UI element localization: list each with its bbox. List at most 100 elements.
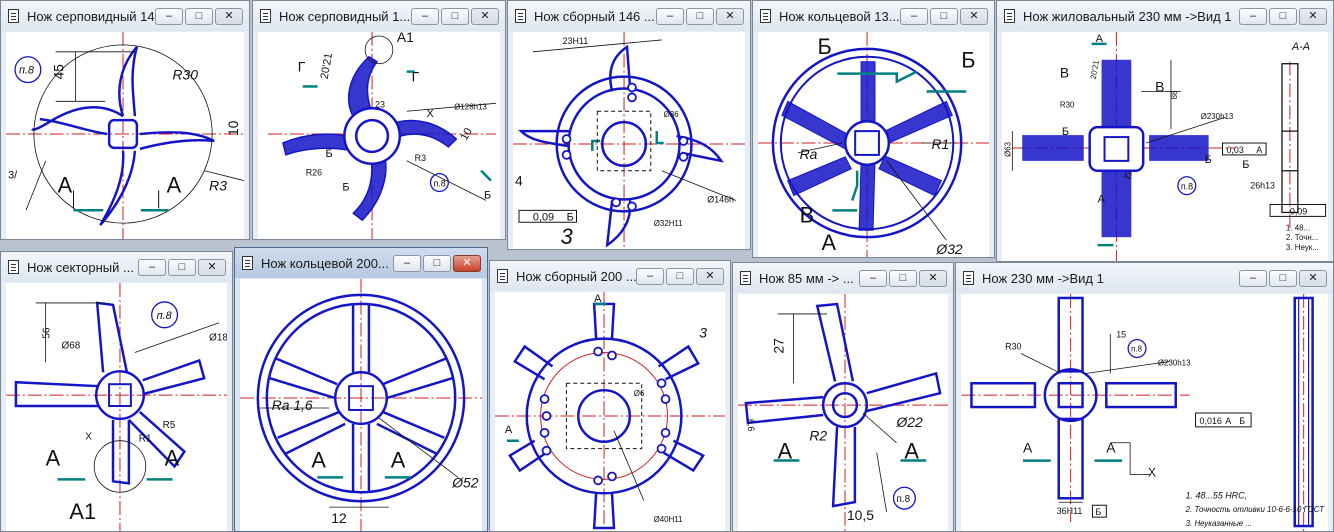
maximize-button[interactable]: □	[185, 8, 213, 25]
drawing-canvas[interactable]: R30 п.8 15 Ø230h13 0,016 A Б A A X 36H11…	[961, 294, 1328, 531]
dimension-radius: R30	[1060, 100, 1075, 109]
minimize-button[interactable]: –	[859, 270, 887, 287]
close-button[interactable]: ✕	[960, 8, 988, 25]
dimension-offset: 42	[1123, 172, 1132, 181]
annotation-item-number: 3	[561, 224, 573, 249]
drawing-canvas[interactable]: Ra 1,6 A A Ø52 12	[240, 279, 482, 531]
title-bar[interactable]: Нож серповидный 146 ... – □ ✕	[1, 1, 249, 31]
section-label-right: Б	[1205, 154, 1212, 166]
close-button[interactable]: ✕	[215, 8, 243, 25]
window-serrated-knife-146[interactable]: Нож серповидный 146 ... – □ ✕ п.8 45 R30 1…	[0, 0, 250, 240]
minimize-button[interactable]: –	[411, 8, 439, 25]
window-ring-knife-13[interactable]: Нож кольцевой 13... – □ ✕ Б Б Ra R1 В A …	[752, 0, 995, 258]
tolerance-datum-1: A	[1225, 416, 1231, 426]
dimension-angle: 20'21	[1089, 59, 1101, 80]
minimize-button[interactable]: –	[138, 259, 166, 276]
maximize-button[interactable]: □	[168, 259, 196, 276]
minimize-button[interactable]: –	[155, 8, 183, 25]
close-button[interactable]: ✕	[471, 8, 499, 25]
section-label-left: A	[311, 447, 326, 472]
drawing-canvas[interactable]: A 3 A Ø6 Ø40H11	[495, 292, 725, 531]
maximize-button[interactable]: □	[423, 255, 451, 272]
minimize-button[interactable]: –	[900, 8, 928, 25]
section-marker-top: A	[1096, 33, 1104, 45]
close-button[interactable]: ✕	[1299, 8, 1327, 25]
title-bar[interactable]: Нож серповидный 1... – □ ✕	[253, 1, 505, 31]
minimize-button[interactable]: –	[393, 255, 421, 272]
dimension-radius: R5	[163, 420, 176, 431]
close-button[interactable]: ✕	[198, 259, 226, 276]
window-title: Нож 230 мм ->Вид 1	[982, 271, 1104, 286]
title-bar[interactable]: Нож жиловальный 230 мм ->Вид 1 – □ ✕	[997, 1, 1333, 31]
close-button[interactable]: ✕	[716, 8, 744, 25]
dimension-diameter: Ø32	[935, 241, 962, 257]
dimension-radius: R26	[306, 168, 322, 178]
drawing-canvas[interactable]: 27 R2 Ø22 A A п.8 10,5 6,6	[738, 294, 948, 531]
window-title: Нож жиловальный 230 мм ->Вид 1	[1023, 9, 1232, 24]
close-button[interactable]: ✕	[1299, 270, 1327, 287]
dimension-radius: R2	[809, 428, 827, 444]
dimension-radius: R1	[931, 136, 949, 152]
note-line-1: 1. 48...55 HRC,	[1186, 490, 1247, 500]
document-icon	[963, 271, 974, 285]
window-serrated-knife-1[interactable]: Нож серповидный 1... – □ ✕ A1 Г Г 20'21 Ø1…	[252, 0, 506, 240]
window-ring-knife-200[interactable]: Нож кольцевой 200... –□✕ Ra 1,6 A A Ø5	[234, 247, 488, 532]
title-bar[interactable]: Нож кольцевой 13... – □ ✕	[753, 1, 994, 31]
window-sector-knife[interactable]: Нож секторный ... – □ ✕ 56 Ø68 п.8 Ø18 R5	[0, 251, 233, 532]
window-vein-knife-230[interactable]: Нож жиловальный 230 мм ->Вид 1 – □ ✕ A A-A…	[996, 0, 1334, 262]
section-marker-left: Б	[817, 34, 831, 59]
maximize-button[interactable]: □	[441, 8, 469, 25]
window-knife-230[interactable]: Нож 230 мм ->Вид 1 – □ ✕ R30 п.8 15 Ø230h1…	[955, 262, 1334, 532]
drawing-canvas[interactable]: 23H11 0,09 Б 3 Ø36 Ø146h Ø32H11 4	[513, 32, 745, 249]
section-label: Б	[1062, 126, 1069, 138]
section-marker-top: A	[594, 293, 602, 305]
close-button[interactable]: ✕	[919, 270, 947, 287]
dimension-width: 10	[458, 126, 474, 142]
close-button[interactable]: ✕	[453, 255, 481, 272]
dimension-diameter: Ø52	[451, 474, 479, 490]
section-label-lower: A	[821, 230, 836, 255]
window-title: Нож сборный 146 ...	[534, 9, 655, 24]
section-marker-right: Б	[961, 48, 975, 73]
note-line-2: 2. Точность отливки 10-6-6-10 ГОСТ	[1185, 505, 1326, 514]
maximize-button[interactable]: □	[930, 8, 958, 25]
minimize-button[interactable]: –	[656, 8, 684, 25]
dimension-hub: Ø63	[1003, 141, 1012, 157]
note-line-2: 2. Точн...	[1286, 233, 1318, 242]
maximize-button[interactable]: □	[686, 8, 714, 25]
maximize-button[interactable]: □	[666, 268, 694, 285]
surface-roughness-label: Ra 1,6	[272, 397, 313, 413]
drawing-canvas[interactable]: п.8 45 R30 10 R3 A A 3/	[6, 32, 244, 239]
drawing-canvas[interactable]: 56 Ø68 п.8 Ø18 R5 R1 X A A A1	[6, 283, 227, 531]
window-assembled-knife-146[interactable]: Нож сборный 146 ... – □ ✕ 23H11 0,09 Б 3…	[507, 0, 751, 250]
drawing-canvas[interactable]: A A-A В В 20'21 R30 88 Ø230h13 Б Ø63 0,0…	[1002, 32, 1328, 261]
title-bar[interactable]: Нож сборный 146 ... – □ ✕	[508, 1, 750, 31]
dimension-fillet: R3	[415, 153, 426, 163]
dimension-hole: Ø6	[634, 389, 645, 398]
minimize-button[interactable]: –	[1239, 8, 1267, 25]
close-button[interactable]: ✕	[696, 268, 724, 285]
drawing-canvas[interactable]: A1 Г Г 20'21 Ø128h13 23 X 10 Б R26 R3 п.…	[258, 32, 500, 239]
section-label-left: A	[778, 439, 793, 464]
minimize-button[interactable]: –	[1239, 270, 1267, 287]
title-bar[interactable]: Нож сборный 200 ... – □ ✕	[490, 261, 730, 291]
document-icon	[242, 256, 253, 270]
window-title: Нож кольцевой 13...	[779, 9, 900, 24]
maximize-button[interactable]: □	[1269, 270, 1297, 287]
minimize-button[interactable]: –	[636, 268, 664, 285]
section-label-right: A	[167, 172, 182, 197]
title-bar[interactable]: Нож кольцевой 200... – □ ✕	[235, 248, 487, 278]
drawing-canvas[interactable]: Б Б Ra R1 В A Ø32	[758, 32, 989, 257]
window-assembled-knife-200[interactable]: Нож сборный 200 ... – □ ✕ A 3 A Ø6 Ø40H1…	[489, 260, 731, 532]
maximize-button[interactable]: □	[889, 270, 917, 287]
dimension-fillet: R1	[139, 434, 152, 445]
dimension-height: 15	[1116, 330, 1126, 340]
title-bar[interactable]: Нож 85 мм -> ... – □ ✕	[733, 263, 953, 293]
window-title: Нож секторный ...	[27, 260, 134, 275]
maximize-button[interactable]: □	[1269, 8, 1297, 25]
window-title: Нож кольцевой 200...	[261, 256, 389, 271]
title-bar[interactable]: Нож секторный ... – □ ✕	[1, 252, 232, 282]
dimension-diameter: Ø230h13	[1158, 358, 1191, 367]
window-knife-85[interactable]: Нож 85 мм -> ... – □ ✕ 27 R2 Ø22 A A п.8 1…	[732, 262, 954, 532]
title-bar[interactable]: Нож 230 мм ->Вид 1 – □ ✕	[956, 263, 1333, 293]
